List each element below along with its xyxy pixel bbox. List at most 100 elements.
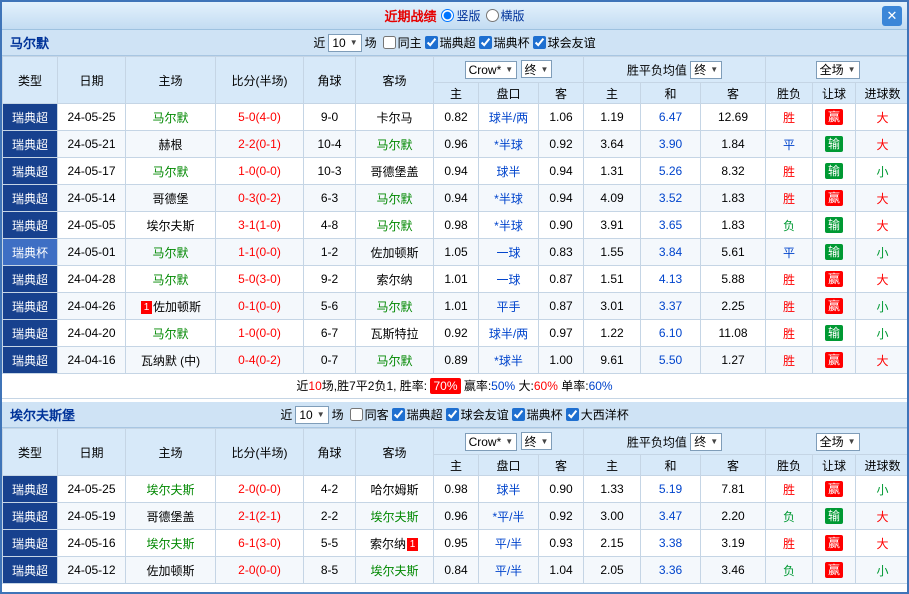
- filter-checkbox[interactable]: 同客: [350, 406, 389, 423]
- match-count-select[interactable]: 10▼: [328, 34, 361, 52]
- table-row[interactable]: 瑞典超24-05-12佐加顿斯2-0(0-0)8-5埃尔夫斯0.84平/半1.0…: [3, 557, 909, 584]
- bookmaker-select[interactable]: Crow*▼: [465, 61, 518, 79]
- checkbox-input[interactable]: [446, 408, 459, 421]
- sub-header-away-odds: 客: [539, 455, 584, 476]
- avg-time-select[interactable]: 终▼: [690, 433, 722, 451]
- sub-header-home-odds: 主: [434, 83, 479, 104]
- match-count-select[interactable]: 10▼: [295, 406, 328, 424]
- handicap-result-pill: 输: [825, 244, 843, 260]
- table-cell: 2.25: [701, 293, 766, 320]
- table-row[interactable]: 瑞典超24-05-16埃尔夫斯6-1(3-0)5-5索尔纳10.95平/半0.9…: [3, 530, 909, 557]
- table-row[interactable]: 瑞典超24-05-25埃尔夫斯2-0(0-0)4-2哈尔姆斯0.98球半0.90…: [3, 476, 909, 503]
- filter-checkbox[interactable]: 球会友谊: [533, 34, 596, 51]
- summary-part: 赢率:: [461, 379, 492, 393]
- table-cell: 埃尔夫斯: [356, 503, 434, 530]
- checkbox-input[interactable]: [512, 408, 525, 421]
- table-cell: 3.65: [641, 212, 701, 239]
- fullgame-header-cell: 全场▼: [766, 57, 909, 83]
- checkbox-label: 瑞典杯: [494, 34, 530, 51]
- sub-header-handicap: 盘口: [479, 455, 539, 476]
- layout-radio-portrait[interactable]: 竖版: [441, 7, 480, 24]
- filter-checkbox[interactable]: 大西洋杯: [566, 406, 629, 423]
- fullgame-select[interactable]: 全场▼: [816, 61, 860, 79]
- layout-radio-landscape[interactable]: 横版: [486, 7, 525, 24]
- table-cell: 0.94: [539, 185, 584, 212]
- filter-checkbox[interactable]: 瑞典杯: [479, 34, 530, 51]
- table-cell: 索尔纳1: [356, 530, 434, 557]
- near-label: 近: [280, 406, 292, 423]
- table-cell: 0.87: [539, 293, 584, 320]
- table-cell: 1.55: [584, 239, 641, 266]
- table-cell: 瑞典超: [3, 131, 58, 158]
- table-cell: 大: [856, 185, 909, 212]
- checkbox-input[interactable]: [425, 36, 438, 49]
- table-cell: 小: [856, 293, 909, 320]
- table-cell: 1.84: [701, 131, 766, 158]
- col-header-corner: 角球: [304, 57, 356, 104]
- table-cell: 6.10: [641, 320, 701, 347]
- checkbox-input[interactable]: [383, 36, 396, 49]
- odds-time-select[interactable]: 终▼: [521, 432, 553, 450]
- rank-badge: 1: [407, 538, 418, 551]
- table-cell: 小: [856, 476, 909, 503]
- table-cell: 3.37: [641, 293, 701, 320]
- table-cell: 输: [813, 131, 856, 158]
- summary-part: 60%: [589, 379, 613, 393]
- table-cell: 24-05-12: [58, 557, 126, 584]
- filter-checkbox[interactable]: 瑞典杯: [512, 406, 563, 423]
- avg-time-select[interactable]: 终▼: [690, 61, 722, 79]
- checkbox-input[interactable]: [566, 408, 579, 421]
- table-cell: 瑞典超: [3, 320, 58, 347]
- chevron-down-icon: ▼: [541, 65, 549, 74]
- filter-checkbox[interactable]: 瑞典超: [425, 34, 476, 51]
- bookmaker-select[interactable]: Crow*▼: [465, 433, 518, 451]
- close-icon[interactable]: ✕: [882, 6, 902, 26]
- radio-portrait-input[interactable]: [441, 9, 454, 22]
- table-cell: 1.04: [539, 557, 584, 584]
- filter-checkbox-group: 同主瑞典超 瑞典杯球会友谊: [380, 34, 596, 52]
- table-cell: 马尔默: [356, 293, 434, 320]
- sub-header-avg-draw: 和: [641, 83, 701, 104]
- table-cell: 2-2: [304, 503, 356, 530]
- table-row[interactable]: 瑞典超24-04-261佐加顿斯0-1(0-0)5-6马尔默1.01平手0.87…: [3, 293, 909, 320]
- avg-label: 胜平负均值: [627, 435, 687, 449]
- checkbox-input[interactable]: [479, 36, 492, 49]
- table-row[interactable]: 瑞典超24-04-20马尔默1-0(0-0)6-7瓦斯特拉0.92球半/两0.9…: [3, 320, 909, 347]
- table-cell: 0.83: [539, 239, 584, 266]
- sub-header-away-odds: 客: [539, 83, 584, 104]
- avg-header-cell: 胜平负均值 终▼: [584, 429, 766, 455]
- table-cell: 0-3(0-2): [216, 185, 304, 212]
- checkbox-input[interactable]: [350, 408, 363, 421]
- table-cell: 5.61: [701, 239, 766, 266]
- table-cell: 3.84: [641, 239, 701, 266]
- fullgame-select[interactable]: 全场▼: [816, 433, 860, 451]
- table-row[interactable]: 瑞典超24-04-16瓦纳默 (中)0-4(0-2)0-7马尔默0.89*球半1…: [3, 347, 909, 374]
- col-header-home: 主场: [126, 429, 216, 476]
- filter-checkbox[interactable]: 球会友谊: [446, 406, 509, 423]
- table-cell: 输: [813, 212, 856, 239]
- table-row[interactable]: 瑞典超24-04-28马尔默5-0(3-0)9-2索尔纳1.01一球0.871.…: [3, 266, 909, 293]
- table-row[interactable]: 瑞典杯24-05-01马尔默1-1(0-0)1-2佐加顿斯1.05一球0.831…: [3, 239, 909, 266]
- table-row[interactable]: 瑞典超24-05-25马尔默5-0(4-0)9-0卡尔马0.82球半/两1.06…: [3, 104, 909, 131]
- table-row[interactable]: 瑞典超24-05-14哥德堡0-3(0-2)6-3马尔默0.94*半球0.944…: [3, 185, 909, 212]
- table-cell: 9.61: [584, 347, 641, 374]
- checkbox-input[interactable]: [533, 36, 546, 49]
- odds-time-select[interactable]: 终▼: [521, 60, 553, 78]
- table-cell: 瑞典超: [3, 212, 58, 239]
- table-cell: 赢: [813, 347, 856, 374]
- table-row[interactable]: 瑞典超24-05-05埃尔夫斯3-1(1-0)4-8马尔默0.98*半球0.90…: [3, 212, 909, 239]
- table-row[interactable]: 瑞典超24-05-21赫根2-2(0-1)10-4马尔默0.96*半球0.923…: [3, 131, 909, 158]
- radio-landscape-input[interactable]: [486, 9, 499, 22]
- checkbox-input[interactable]: [392, 408, 405, 421]
- table-cell: 6-1(3-0): [216, 530, 304, 557]
- filter-checkbox[interactable]: 同主: [383, 34, 422, 51]
- select-value: 终: [525, 433, 537, 450]
- table-cell: 平/半: [479, 557, 539, 584]
- table-cell: 3.36: [641, 557, 701, 584]
- table-cell: 4-8: [304, 212, 356, 239]
- table-row[interactable]: 瑞典超24-05-17马尔默1-0(0-0)10-3哥德堡盖0.94球半0.94…: [3, 158, 909, 185]
- table-cell: 球半/两: [479, 104, 539, 131]
- sub-header-avg-lose: 客: [701, 83, 766, 104]
- table-row[interactable]: 瑞典超24-05-19哥德堡盖2-1(2-1)2-2埃尔夫斯0.96*平/半0.…: [3, 503, 909, 530]
- filter-checkbox[interactable]: 瑞典超: [392, 406, 443, 423]
